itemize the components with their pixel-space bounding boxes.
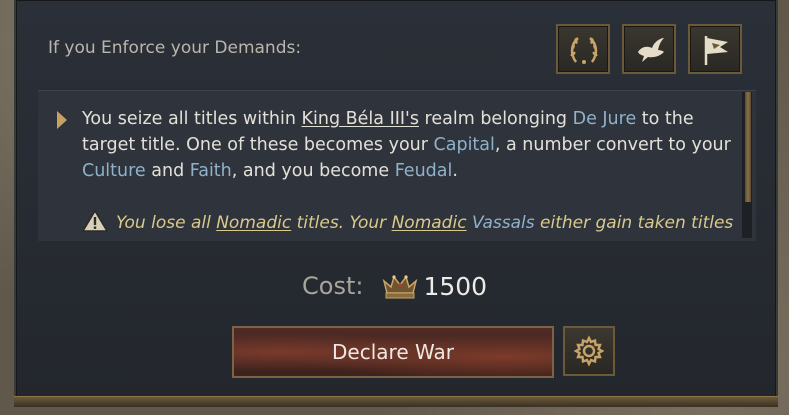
gear-icon: [573, 335, 605, 367]
desc-text: , and you become: [231, 161, 395, 181]
nomadic-link[interactable]: Nomadic: [216, 213, 291, 233]
desc-text: .: [452, 161, 458, 181]
outcome-header: If you Enforce your Demands:: [48, 38, 302, 58]
faith-link[interactable]: Faith: [190, 161, 232, 181]
dejure-link[interactable]: De Jure: [573, 109, 637, 129]
warning-line: You lose all Nomadic titles. Your Nomadi…: [82, 210, 742, 233]
desc-text: and: [145, 161, 190, 181]
capital-link[interactable]: Capital: [434, 135, 495, 155]
war-banner-icon: [704, 36, 728, 65]
warning-text: either gain taken titles: [534, 213, 734, 233]
ruler-link[interactable]: King Béla III's: [302, 109, 419, 129]
warning-triangle-icon: [82, 210, 108, 232]
panel-bottom-trim: [14, 396, 778, 407]
dove-button[interactable]: [622, 24, 676, 74]
war-banner-button[interactable]: [688, 24, 742, 74]
culture-link[interactable]: Culture: [82, 161, 146, 181]
vassals-link[interactable]: Vassals: [472, 213, 535, 233]
desc-text: You seize all titles within: [82, 109, 302, 129]
desc-text: , a number convert to your: [494, 135, 731, 155]
dove-icon: [638, 38, 664, 62]
feudal-link[interactable]: Feudal: [395, 161, 453, 181]
crown-icon: [383, 275, 418, 299]
declare-war-button[interactable]: Declare War: [232, 326, 554, 378]
laurel-wreath-button[interactable]: [556, 24, 610, 74]
warning-text: titles. Your: [291, 213, 392, 233]
warning-text: You lose all: [116, 213, 217, 233]
cost-label: Cost:: [302, 272, 364, 300]
desc-text: realm belonging: [418, 109, 573, 129]
nomadic-link[interactable]: Nomadic: [392, 213, 467, 233]
laurel-wreath-icon: [570, 37, 598, 64]
cost-value: 1500: [423, 271, 488, 301]
bullet-arrow-icon: [57, 111, 67, 129]
cost-row: Cost: 1500: [302, 268, 487, 304]
scrollbar-thumb[interactable]: [745, 92, 751, 202]
effect-description: You seize all titles within King Béla II…: [82, 106, 732, 184]
settings-button[interactable]: [563, 326, 615, 376]
